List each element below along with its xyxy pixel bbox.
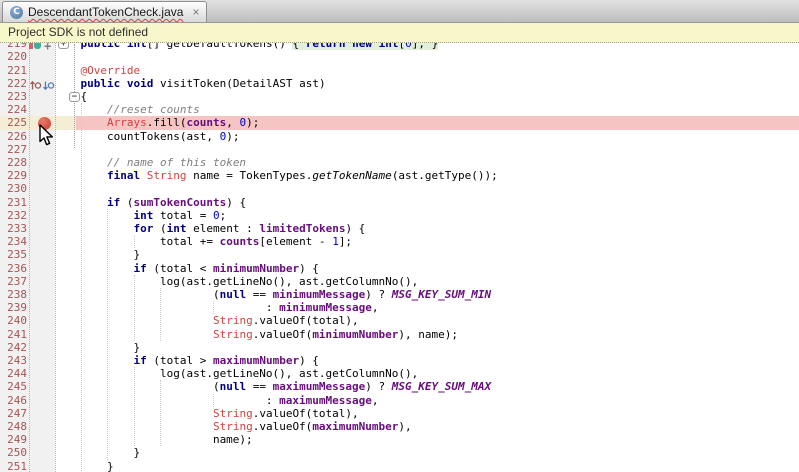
line-number: 230 [0, 182, 27, 195]
code-line[interactable]: } [54, 341, 140, 354]
line-number: 241 [0, 328, 27, 341]
code-line[interactable]: log(ast.getLineNo(), ast.getColumnNo(), [54, 275, 418, 288]
line-number: 243 [0, 354, 27, 367]
line-number: 222 [0, 77, 27, 90]
code-line[interactable]: String.valueOf(total), [54, 314, 359, 327]
code-line[interactable]: public void visitToken(DetailAST ast) [54, 77, 326, 90]
class-icon: C [10, 6, 23, 19]
gutter-separator [29, 0, 30, 472]
code-line[interactable]: int total = 0; [54, 209, 226, 222]
banner-text: Project SDK is not defined [8, 25, 148, 39]
code-line[interactable]: String.valueOf(total), [54, 407, 359, 420]
line-number: 220 [0, 50, 27, 63]
code-line[interactable]: countTokens(ast, 0); [54, 130, 239, 143]
sdk-warning-banner: Project SDK is not defined [0, 23, 799, 43]
code-line[interactable]: String.valueOf(minimumNumber), name); [54, 328, 458, 341]
line-number: 233 [0, 222, 27, 235]
line-number: 235 [0, 248, 27, 261]
code-line[interactable]: total += counts[element - 1]; [54, 235, 352, 248]
line-number: 221 [0, 64, 27, 77]
code-line[interactable]: } [54, 446, 140, 459]
line-number: 238 [0, 288, 27, 301]
line-number: 249 [0, 433, 27, 446]
line-number: 239 [0, 301, 27, 314]
line-number: 223 [0, 90, 27, 103]
line-number: 234 [0, 235, 27, 248]
code-line[interactable]: if (total < minimumNumber) { [54, 262, 319, 275]
line-number: 232 [0, 209, 27, 222]
close-icon[interactable]: × [192, 6, 199, 18]
line-number: 250 [0, 446, 27, 459]
line-number: 236 [0, 262, 27, 275]
code-line[interactable]: : maximumMessage, [54, 394, 379, 407]
editor-tab-bar: C DescendantTokenCheck.java × [0, 0, 799, 23]
code-line[interactable]: } [54, 460, 114, 472]
code-line[interactable]: //reset counts [54, 103, 200, 116]
line-number: 247 [0, 407, 27, 420]
line-number: 228 [0, 156, 27, 169]
code-line[interactable]: Arrays.fill(counts, 0); [54, 116, 259, 129]
line-number: 231 [0, 196, 27, 209]
line-number: 225 [0, 116, 27, 129]
line-number: 245 [0, 380, 27, 393]
code-editor[interactable]: 219 public int[] getDefaultTokens() { re… [0, 0, 799, 472]
code-line[interactable]: (null == maximumMessage) ? MSG_KEY_SUM_M… [54, 380, 491, 393]
overrides-method-icon[interactable] [30, 78, 42, 96]
line-number: 226 [0, 130, 27, 143]
line-number: 251 [0, 460, 27, 472]
code-line[interactable]: String.valueOf(maximumNumber), [54, 420, 412, 433]
method-overridden-icon[interactable] [43, 78, 55, 96]
line-number: 248 [0, 420, 27, 433]
mouse-cursor [38, 124, 55, 147]
line-number: 224 [0, 103, 27, 116]
code-line[interactable]: for (int element : limitedTokens) { [54, 222, 365, 235]
line-number: 237 [0, 275, 27, 288]
tab-title: DescendantTokenCheck.java [28, 5, 183, 19]
line-number: 242 [0, 341, 27, 354]
code-line[interactable]: } [54, 248, 140, 261]
code-line[interactable]: name); [54, 433, 253, 446]
ide-window: 219 public int[] getDefaultTokens() { re… [0, 0, 799, 472]
code-line[interactable]: log(ast.getLineNo(), ast.getColumnNo(), [54, 367, 418, 380]
code-line[interactable]: if (sumTokenCounts) { [54, 196, 246, 209]
tab-descendant-token-check[interactable]: C DescendantTokenCheck.java × [2, 1, 207, 22]
line-number: 227 [0, 143, 27, 156]
line-number: 229 [0, 169, 27, 182]
fold-collapse-icon[interactable]: − [69, 92, 80, 102]
code-line[interactable]: (null == minimumMessage) ? MSG_KEY_SUM_M… [54, 288, 491, 301]
gutter-separator [55, 0, 56, 472]
line-number: 244 [0, 367, 27, 380]
code-line[interactable]: final String name = TokenTypes.getTokenN… [54, 169, 498, 182]
line-number: 246 [0, 394, 27, 407]
code-line[interactable]: @Override [54, 64, 140, 77]
code-line[interactable]: if (total > maximumNumber) { [54, 354, 319, 367]
line-number: 240 [0, 314, 27, 327]
code-line[interactable]: : minimumMessage, [54, 301, 379, 314]
code-line[interactable]: // name of this token [54, 156, 246, 169]
